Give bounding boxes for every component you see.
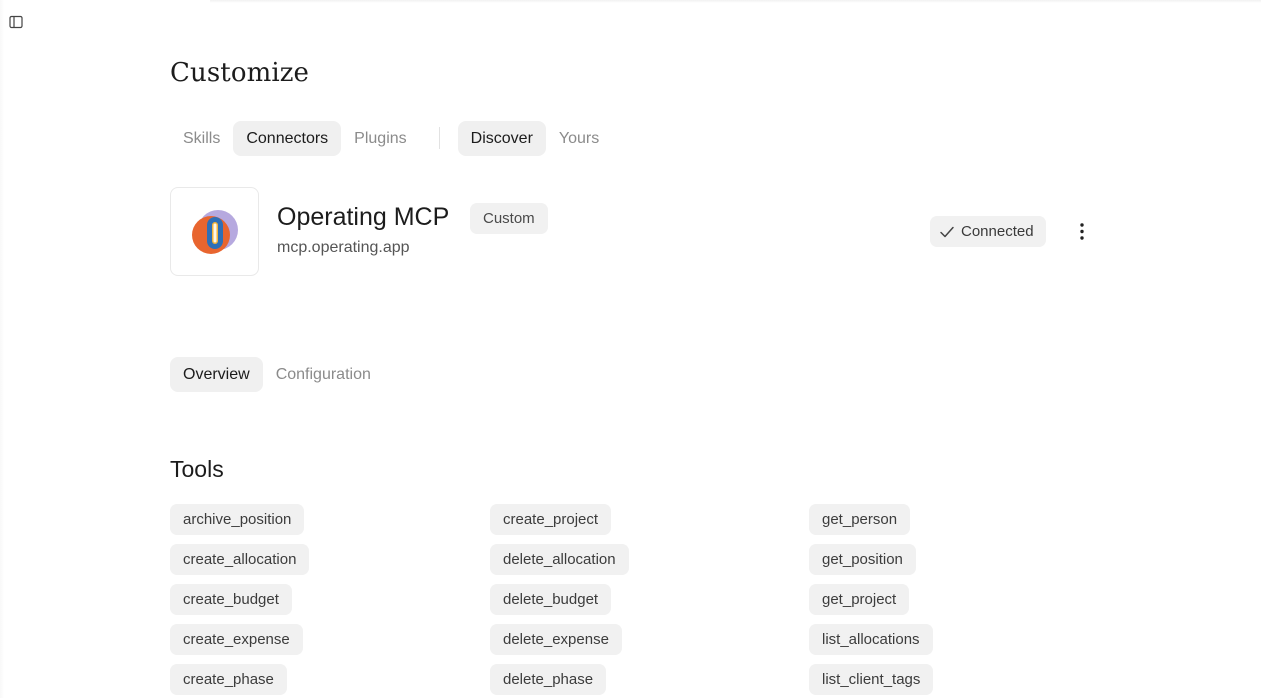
tool-chip[interactable]: archive_position [170, 504, 305, 535]
connected-status-button[interactable]: Connected [930, 216, 1046, 247]
connector-detail-tabs: Overview Configuration [170, 356, 384, 392]
tool-chip[interactable]: list_allocations [809, 624, 933, 655]
tool-chip[interactable]: list_client_tags [809, 664, 934, 695]
more-options-button[interactable] [1072, 219, 1092, 245]
tab-divider [438, 127, 440, 149]
tab-connectors[interactable]: Connectors [233, 120, 342, 156]
tab-yours[interactable]: Yours [546, 121, 612, 156]
page-title: Customize [170, 58, 310, 88]
tool-chip[interactable]: get_position [809, 544, 916, 575]
top-edge-shadow [210, 0, 1261, 3]
tool-chip[interactable]: create_phase [170, 664, 287, 695]
tool-chip[interactable]: create_expense [170, 624, 303, 655]
connector-logo [170, 187, 259, 276]
tab-skills[interactable]: Skills [170, 121, 233, 156]
tab-discover[interactable]: Discover [457, 120, 546, 156]
more-vertical-icon [1080, 223, 1084, 240]
left-edge [0, 0, 4, 698]
tool-chip[interactable]: delete_phase [490, 664, 607, 695]
tool-chip[interactable]: get_project [809, 584, 910, 615]
tool-chip[interactable]: delete_allocation [490, 544, 629, 575]
connector-url: mcp.operating.app [277, 239, 410, 256]
sidebar-panel-icon [9, 15, 23, 29]
tab-configuration[interactable]: Configuration [263, 357, 384, 392]
tool-chip[interactable]: delete_expense [490, 624, 622, 655]
tab-plugins[interactable]: Plugins [341, 121, 419, 156]
connector-name: Operating MCP [277, 203, 450, 231]
operating-logo-icon [192, 210, 238, 254]
customize-tabs: Skills Connectors Plugins Discover Yours [170, 120, 612, 156]
sidebar-toggle-button[interactable] [9, 15, 23, 29]
tool-chip[interactable]: create_budget [170, 584, 292, 615]
tool-chip[interactable]: create_allocation [170, 544, 310, 575]
tab-overview[interactable]: Overview [170, 356, 263, 392]
custom-badge: Custom [470, 203, 548, 234]
connected-status-label: Connected [961, 223, 1034, 240]
tools-heading: Tools [170, 456, 224, 482]
tool-chip[interactable]: create_project [490, 504, 612, 535]
tool-chip[interactable]: get_person [809, 504, 911, 535]
tool-chip[interactable]: delete_budget [490, 584, 612, 615]
check-icon [939, 225, 955, 239]
